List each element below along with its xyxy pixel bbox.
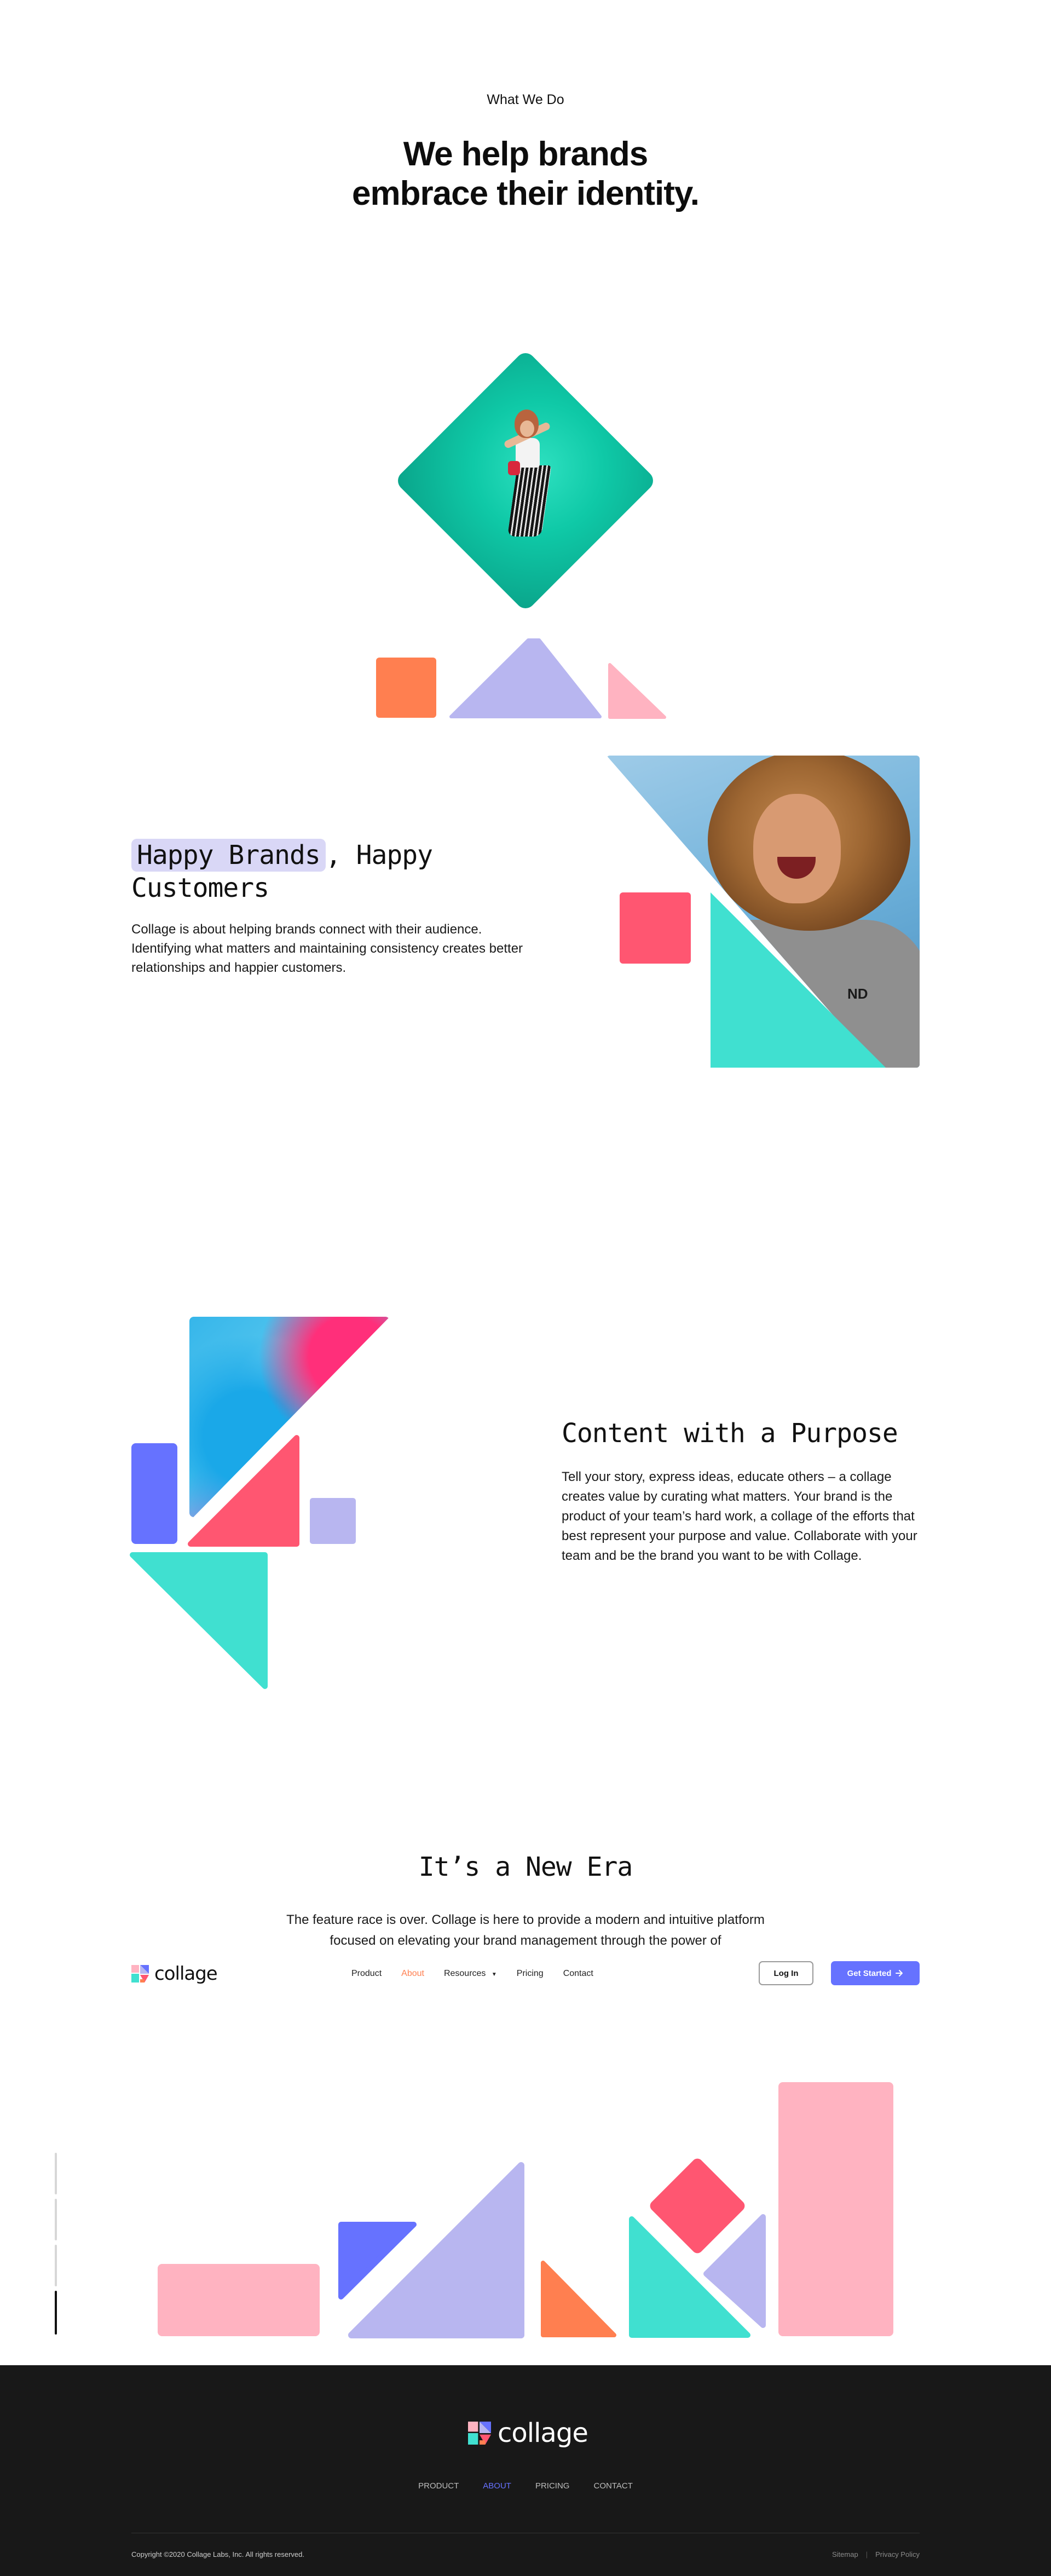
footer-link-product[interactable]: PRODUCT bbox=[418, 2481, 459, 2491]
blue-bar-shape bbox=[131, 1443, 177, 1544]
top-navigation-bar: collage Product About Resources ▼ Pricin… bbox=[0, 1957, 1051, 1991]
scroll-indicator-4[interactable] bbox=[55, 2291, 57, 2335]
nav-link-resources[interactable]: Resources ▼ bbox=[444, 1969, 497, 1979]
footer-link-pricing[interactable]: PRICING bbox=[535, 2481, 570, 2491]
lavender-triangle-shape bbox=[449, 638, 602, 718]
scroll-indicator-3[interactable] bbox=[55, 2245, 57, 2286]
scroll-indicator-1[interactable] bbox=[55, 2153, 57, 2194]
chevron-down-icon: ▼ bbox=[491, 1972, 497, 1978]
get-started-label: Get Started bbox=[847, 1968, 892, 1978]
footer-separator: | bbox=[865, 2550, 868, 2558]
scroll-indicator-2[interactable] bbox=[55, 2199, 57, 2240]
happy-brands-body: Collage is about helping brands connect … bbox=[131, 922, 523, 975]
footer-link-about[interactable]: ABOUT bbox=[483, 2481, 511, 2491]
footer-link-privacy[interactable]: Privacy Policy bbox=[875, 2550, 920, 2558]
footer-link-sitemap[interactable]: Sitemap bbox=[832, 2550, 858, 2558]
get-started-button[interactable]: Get Started bbox=[831, 1961, 920, 1985]
footer: collage PRODUCT ABOUT PRICING CONTACT Co… bbox=[0, 2365, 1051, 2576]
arrow-right-icon bbox=[896, 1970, 903, 1976]
coral-diamond-shape bbox=[650, 2158, 745, 2254]
nav-link-pricing[interactable]: Pricing bbox=[517, 1969, 544, 1979]
new-era-shapes bbox=[158, 2082, 893, 2338]
login-button[interactable]: Log In bbox=[759, 1961, 813, 1985]
nav-link-contact[interactable]: Contact bbox=[563, 1969, 593, 1979]
title-rest: , Happy bbox=[325, 840, 433, 871]
pink-wide-bar-shape bbox=[158, 2264, 320, 2336]
section-eyebrow: What We Do bbox=[487, 92, 564, 107]
nav-link-product[interactable]: Product bbox=[351, 1969, 382, 1979]
coral-square-shape bbox=[620, 892, 691, 964]
happy-brands-title: Happy Brands, Happy Customers bbox=[131, 839, 526, 904]
diamond-photo-woman bbox=[394, 349, 657, 613]
orange-small-triangle-shape bbox=[541, 2261, 616, 2337]
new-era-body: The feature race is over. Collage is her… bbox=[286, 1912, 765, 1948]
happy-brands-shapes bbox=[620, 892, 886, 1068]
content-purpose-body: Tell your story, express ideas, educate … bbox=[562, 1469, 917, 1563]
nav-link-about[interactable]: About bbox=[401, 1969, 424, 1979]
footer-link-contact[interactable]: CONTACT bbox=[593, 2481, 632, 2491]
footer-links: PRODUCT ABOUT PRICING CONTACT bbox=[0, 2481, 1051, 2491]
nav-logo[interactable]: collage bbox=[131, 1963, 218, 1985]
content-shapes bbox=[130, 1435, 356, 1689]
coral-triangle-shape bbox=[188, 1435, 299, 1547]
nav-links: Product About Resources ▼ Pricing Contac… bbox=[351, 1969, 593, 1979]
footer-copyright: Copyright ©2020 Collage Labs, Inc. All r… bbox=[131, 2550, 304, 2558]
title-line-2: Customers bbox=[131, 873, 269, 903]
hero-title: We help brands embrace their identity. bbox=[252, 135, 799, 214]
lavender-small-square bbox=[310, 1498, 356, 1544]
footer-logo[interactable]: collage bbox=[468, 2420, 588, 2446]
title-highlight: Happy Brands bbox=[131, 839, 326, 872]
hero-shapes-row bbox=[376, 638, 666, 719]
new-era-title: It’s a New Era bbox=[418, 1852, 633, 1882]
hero-title-line-2: embrace their identity. bbox=[352, 175, 700, 212]
collage-logo-icon bbox=[468, 2422, 491, 2445]
content-purpose-title: Content with a Purpose bbox=[562, 1418, 898, 1449]
teal-down-triangle-shape bbox=[130, 1552, 268, 1689]
footer-logo-text: collage bbox=[498, 2418, 588, 2448]
pink-tall-bar-shape bbox=[778, 2082, 893, 2336]
pink-small-triangle-shape bbox=[608, 663, 666, 719]
nav-logo-text: collage bbox=[154, 1963, 218, 1985]
nav-link-resources-label: Resources bbox=[443, 1969, 486, 1978]
footer-legal-links: Sitemap | Privacy Policy bbox=[832, 2550, 920, 2558]
orange-square-shape bbox=[376, 658, 436, 718]
collage-logo-icon bbox=[131, 1965, 149, 1983]
hero-title-line-1: We help brands bbox=[403, 135, 649, 173]
teal-triangle-shape bbox=[711, 892, 886, 1068]
